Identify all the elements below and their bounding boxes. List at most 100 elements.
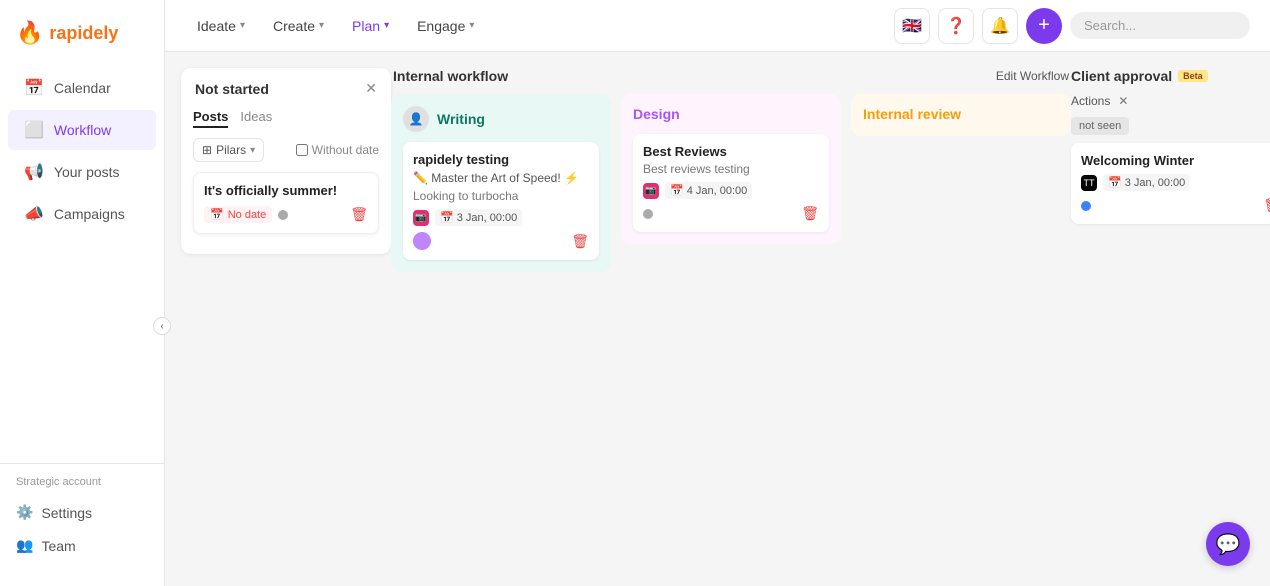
writing-card[interactable]: rapidely testing ✏️ Master the Art of Sp…	[403, 142, 599, 260]
writing-header: 👤 Writing	[403, 106, 599, 132]
instagram-icon: 📷	[643, 183, 659, 199]
logo-text: rapidely	[49, 23, 118, 44]
pilars-label: Pilars	[216, 143, 246, 157]
client-card-footer: 🗑	[1081, 197, 1270, 214]
design-card-delete[interactable]: 🗑	[801, 205, 819, 222]
design-card-meta: 📷 📅 4 Jan, 00:00	[643, 182, 819, 199]
create-chevron-icon: ▾	[319, 20, 324, 31]
writing-card-delete[interactable]: 🗑	[571, 233, 589, 250]
sidebar-item-your-posts[interactable]: 📢 Your posts	[8, 152, 156, 192]
column-client-approval: Client approval Beta Actions ✕ not seen …	[1071, 68, 1270, 224]
actions-link[interactable]: Actions	[1071, 94, 1110, 108]
not-started-close-button[interactable]: ✕	[365, 80, 377, 97]
client-date: 3 Jan, 00:00	[1125, 177, 1186, 189]
design-header: Design	[633, 106, 829, 124]
column-design: Design Best Reviews Best reviews testing…	[621, 94, 841, 244]
account-label: Strategic account	[16, 476, 148, 488]
tab-posts[interactable]: Posts	[193, 107, 228, 128]
calendar-small-icon: 📅	[1108, 176, 1122, 189]
main-area: Ideate ▾ Create ▾ Plan ▾ Engage ▾ 🇬🇧 ❓ 🔔	[165, 0, 1270, 586]
design-card-title: Best Reviews	[643, 144, 819, 159]
writing-card-desc: Looking to turbocha	[413, 189, 589, 203]
table-icon: ⊞	[202, 143, 212, 157]
card-delete-button[interactable]: 🗑	[350, 206, 368, 223]
client-approval-card[interactable]: Welcoming Winter TT 📅 3 Jan, 00:00 🗑	[1071, 143, 1270, 224]
client-actions-row: Actions ✕	[1071, 94, 1270, 108]
nav-item-engage[interactable]: Engage ▾	[405, 12, 486, 40]
status-dot	[278, 210, 288, 220]
instagram-icon: 📷	[413, 210, 429, 226]
date-value: No date	[228, 209, 267, 221]
help-button[interactable]: ❓	[938, 8, 974, 44]
sidebar-collapse-button[interactable]: ‹	[153, 317, 171, 335]
internal-review-title: Internal review	[863, 106, 961, 122]
notifications-button[interactable]: 🔔	[982, 8, 1018, 44]
ideate-chevron-icon: ▾	[240, 20, 245, 31]
create-label: Create	[273, 18, 315, 34]
sidebar-item-settings[interactable]: ⚙️ Settings	[16, 496, 148, 529]
not-started-header: Not started ✕	[193, 80, 379, 97]
sidebar-item-campaigns[interactable]: 📣 Campaigns	[8, 194, 156, 234]
logo-icon: 🔥	[16, 20, 43, 46]
posts-icon: 📢	[24, 162, 44, 182]
design-card-subtitle: Best reviews testing	[643, 162, 819, 176]
client-approval-close-button[interactable]: ✕	[1118, 94, 1128, 108]
settings-icon: ⚙️	[16, 504, 33, 521]
sidebar-item-team[interactable]: 👥 Team	[16, 529, 148, 562]
writing-date: 3 Jan, 00:00	[457, 212, 518, 224]
beta-badge: Beta	[1178, 70, 1208, 82]
client-card-title: Welcoming Winter	[1081, 153, 1270, 168]
edit-workflow-link[interactable]: Edit Workflow	[996, 69, 1069, 83]
kanban-board: Not started ✕ Posts Ideas ⊞ Pilars ▾ Wit…	[165, 52, 1270, 586]
create-new-button[interactable]: +	[1026, 8, 1062, 44]
posts-ideas-tabs: Posts Ideas	[193, 107, 379, 128]
team-icon: 👥	[16, 537, 33, 554]
client-approval-title: Client approval	[1071, 68, 1172, 84]
filter-chevron-icon: ▾	[250, 145, 255, 156]
without-date-label: Without date	[312, 143, 379, 157]
internal-review-header: Internal review	[863, 106, 1059, 124]
sidebar: 🔥 rapidely 📅 Calendar ⬜ Workflow 📢 Your …	[0, 0, 165, 586]
calendar-icon: 📅	[210, 208, 224, 221]
support-button[interactable]: 💬	[1206, 522, 1250, 566]
without-date-checkbox[interactable]	[296, 144, 308, 156]
sidebar-item-workflow[interactable]: ⬜ Workflow	[8, 110, 156, 150]
flag-icon: 🇬🇧	[902, 16, 922, 36]
card-summer[interactable]: It's officially summer! 📅 No date 🗑	[193, 172, 379, 234]
column-not-started: Not started ✕ Posts Ideas ⊞ Pilars ▾ Wit…	[181, 68, 391, 254]
flag-button[interactable]: 🇬🇧	[894, 8, 930, 44]
design-card[interactable]: Best Reviews Best reviews testing 📷 📅 4 …	[633, 134, 829, 232]
engage-chevron-icon: ▾	[469, 20, 474, 31]
nav-item-ideate[interactable]: Ideate ▾	[185, 12, 257, 40]
plan-label: Plan	[352, 18, 380, 34]
ideate-label: Ideate	[197, 18, 236, 34]
writing-date-badge: 📅 3 Jan, 00:00	[435, 209, 522, 226]
user-avatar-dot	[413, 232, 431, 250]
design-date-badge: 📅 4 Jan, 00:00	[665, 182, 752, 199]
sidebar-item-label: Your posts	[54, 164, 120, 180]
support-icon: 💬	[1216, 532, 1241, 557]
search-input[interactable]: Search...	[1070, 12, 1250, 39]
column-writing: 👤 Writing rapidely testing ✏️ Master the…	[391, 94, 611, 272]
nav-item-create[interactable]: Create ▾	[261, 12, 336, 40]
settings-label: Settings	[41, 505, 92, 521]
search-placeholder: Search...	[1084, 18, 1136, 33]
design-card-footer: 🗑	[643, 205, 819, 222]
writing-card-footer: 🗑	[413, 232, 589, 250]
writing-card-subtitle: ✏️ Master the Art of Speed! ⚡	[413, 171, 589, 185]
tiktok-icon: TT	[1081, 175, 1097, 191]
sidebar-item-label: Workflow	[54, 122, 111, 138]
client-date-badge: 📅 3 Jan, 00:00	[1103, 174, 1190, 191]
nav-item-plan[interactable]: Plan ▾	[340, 12, 401, 40]
design-title: Design	[633, 106, 680, 122]
client-card-delete[interactable]: 🗑	[1263, 197, 1270, 214]
client-approval-header: Client approval Beta	[1071, 68, 1270, 84]
sidebar-item-calendar[interactable]: 📅 Calendar	[8, 68, 156, 108]
tab-ideas[interactable]: Ideas	[240, 107, 272, 128]
logo: 🔥 rapidely	[0, 12, 164, 66]
column-internal-review: Internal review	[851, 94, 1071, 136]
pilars-filter-button[interactable]: ⊞ Pilars ▾	[193, 138, 264, 162]
not-seen-badge: not seen	[1071, 117, 1129, 135]
help-icon: ❓	[946, 16, 966, 36]
workflow-columns: 👤 Writing rapidely testing ✏️ Master the…	[391, 94, 1071, 272]
